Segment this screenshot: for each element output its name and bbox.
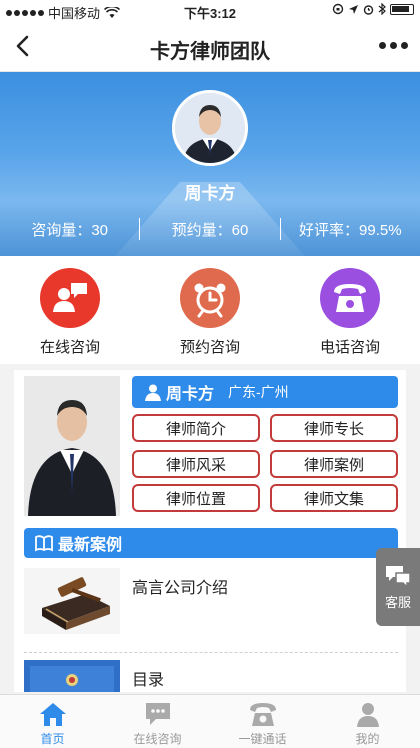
rotation-lock-icon bbox=[332, 3, 344, 15]
stat-rating: 好评率：99.5% bbox=[299, 221, 402, 239]
tab-mine[interactable]: 我的 bbox=[315, 695, 420, 748]
tab-label: 我的 bbox=[355, 732, 380, 746]
appointment-consult-button[interactable]: 预约咨询 bbox=[140, 256, 280, 364]
case-thumbnail-document bbox=[24, 660, 120, 692]
lawyer-name: 周卡方 bbox=[184, 184, 236, 203]
location-icon bbox=[349, 4, 358, 14]
phone-icon[interactable] bbox=[320, 268, 380, 328]
tab-label: 首页 bbox=[40, 732, 65, 746]
customer-service-label: 客服 bbox=[384, 594, 411, 610]
lawyer-specialty-button[interactable]: 律师专长 bbox=[270, 414, 398, 442]
service-label: 在线咨询 bbox=[39, 339, 100, 356]
latest-cases-header: 最新案例 bbox=[24, 528, 398, 558]
bottom-tab-bar: 首页 在线咨询 一键通话 我的 bbox=[0, 694, 420, 748]
profile-location: 广东-广州 bbox=[228, 384, 289, 400]
lawyer-avatar bbox=[172, 90, 248, 166]
lawyer-style-button[interactable]: 律师风采 bbox=[132, 450, 260, 478]
phone-consult-button[interactable]: 电话咨询 bbox=[280, 256, 420, 364]
lawyer-stats: 咨询量：30 预约量：60 好评率：99.5% bbox=[0, 214, 420, 244]
case-title: 高言公司介绍 bbox=[132, 580, 229, 597]
stat-consultations: 咨询量：30 bbox=[31, 221, 108, 239]
message-icon bbox=[386, 565, 411, 588]
lawyer-intro-button[interactable]: 律师简介 bbox=[132, 414, 260, 442]
bluetooth-icon bbox=[378, 3, 386, 15]
person-icon bbox=[145, 384, 161, 401]
lawyer-location-button[interactable]: 律师位置 bbox=[132, 484, 260, 512]
case-thumbnail-gavel bbox=[24, 568, 120, 634]
case-item[interactable]: 目录 bbox=[24, 660, 398, 692]
tab-home[interactable]: 首页 bbox=[0, 695, 105, 748]
service-label: 预约咨询 bbox=[179, 339, 240, 356]
latest-cases-title: 最新案例 bbox=[58, 537, 123, 554]
status-bar: 中国移动 下午3:12 bbox=[0, 0, 420, 22]
case-title: 目录 bbox=[132, 672, 165, 689]
case-item[interactable]: 高言公司介绍 bbox=[24, 568, 398, 638]
customer-service-button[interactable]: 客服 bbox=[376, 548, 420, 626]
battery-icon bbox=[390, 3, 414, 15]
alarm-clock-icon[interactable] bbox=[180, 268, 240, 328]
tab-online-consult[interactable]: 在线咨询 bbox=[105, 695, 210, 748]
profile-name: 周卡方 bbox=[166, 386, 215, 403]
chat-icon[interactable] bbox=[40, 268, 100, 328]
lawyer-photo bbox=[24, 376, 120, 516]
status-right bbox=[332, 3, 414, 15]
chat-bubble-icon bbox=[145, 703, 170, 725]
tab-label: 在线咨询 bbox=[133, 732, 182, 746]
tab-one-click-call[interactable]: 一键通话 bbox=[210, 695, 315, 748]
nav-bar: 卡方律师团队 bbox=[0, 22, 420, 72]
lawyer-articles-button[interactable]: 律师文集 bbox=[270, 484, 398, 512]
online-consult-button[interactable]: 在线咨询 bbox=[0, 256, 140, 364]
stat-appointments: 预约量：60 bbox=[171, 221, 249, 239]
lawyer-cases-button[interactable]: 律师案例 bbox=[270, 450, 398, 478]
book-icon bbox=[35, 535, 53, 552]
more-options-icon[interactable] bbox=[379, 42, 408, 49]
service-label: 电话咨询 bbox=[319, 339, 380, 356]
user-icon bbox=[356, 703, 379, 727]
home-icon bbox=[39, 703, 66, 726]
profile-name-bar: 周卡方 广东-广州 bbox=[132, 376, 398, 408]
case-divider bbox=[24, 652, 398, 653]
telephone-icon bbox=[249, 703, 276, 726]
tab-label: 一键通话 bbox=[238, 732, 287, 746]
service-row: 在线咨询 预约咨询 电话咨询 bbox=[0, 256, 420, 364]
lawyer-hero-banner: 周卡方 咨询量：30 预约量：60 好评率：99.5% bbox=[0, 72, 420, 256]
page-title: 卡方律师团队 bbox=[150, 41, 270, 63]
lawyer-profile-card: 周卡方 广东-广州 律师简介 律师专长 律师风采 律师案例 律师位置 律师文集 … bbox=[14, 370, 406, 692]
alarm-icon bbox=[363, 4, 374, 15]
